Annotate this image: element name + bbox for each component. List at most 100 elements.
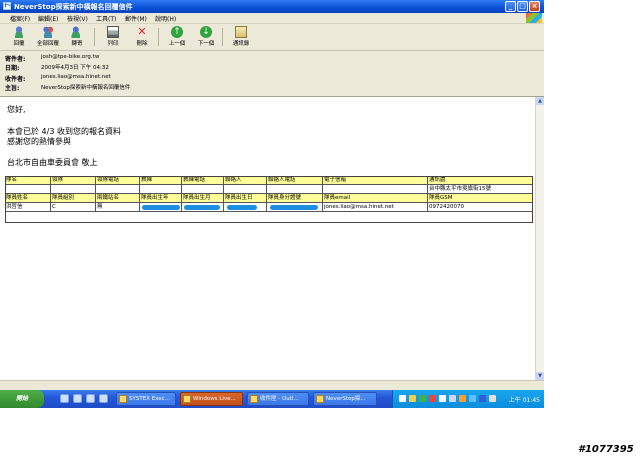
table-cell: 隊員組別 bbox=[51, 194, 96, 203]
table-cell: 電子信箱 bbox=[323, 176, 428, 185]
toolbar-separator bbox=[94, 28, 95, 46]
table-header-row-2: 隊員姓名 隊員組別 兩鐵站名 隊員出生年 隊員出生月 隊員出生日 隊員身分證號 … bbox=[5, 194, 533, 203]
to-value[interactable]: jones.liao@msa.hinet.net bbox=[41, 74, 111, 80]
redaction-mark bbox=[270, 205, 318, 210]
table-cell bbox=[140, 185, 182, 194]
image-watermark: #1077395 bbox=[578, 444, 634, 455]
tray-icon[interactable] bbox=[399, 395, 406, 402]
message-headers: 寄件者: josh@tpe-bike.org.tw 日期: 2009年4月3日 … bbox=[0, 51, 544, 97]
menu-view[interactable]: 檢視(V) bbox=[67, 14, 88, 23]
table-cell: 聯絡人 bbox=[224, 176, 267, 185]
task-windows-live[interactable]: Windows Live... bbox=[180, 392, 243, 406]
table-cell: 隊員email bbox=[323, 194, 428, 203]
print-button[interactable]: 列印 bbox=[100, 26, 126, 48]
start-button[interactable]: 開始 bbox=[0, 390, 44, 408]
envelope-icon bbox=[316, 395, 324, 403]
delete-x-icon: ✕ bbox=[137, 25, 147, 38]
outlook-icon bbox=[250, 395, 258, 403]
date-value: 2009年4月3日 下午 04:32 bbox=[41, 65, 109, 71]
delete-button[interactable]: ✕ 刪除 bbox=[129, 26, 155, 48]
menu-bar: 檔案(F) 編輯(E) 檢視(V) 工具(T) 郵件(M) 說明(H) bbox=[0, 13, 544, 24]
forward-icon bbox=[71, 26, 83, 38]
tray-icon[interactable] bbox=[419, 395, 426, 402]
tray-icon[interactable] bbox=[469, 395, 476, 402]
message-line-2: 感謝您的熱情參與 bbox=[7, 137, 71, 146]
table-cell: 聯絡人電話 bbox=[267, 176, 323, 185]
arrow-down-icon: ↓ bbox=[200, 26, 212, 38]
table-cell: 隊名 bbox=[5, 176, 51, 185]
reply-button[interactable]: 回覆 bbox=[6, 26, 32, 48]
menu-file[interactable]: 檔案(F) bbox=[10, 14, 30, 23]
table-cell bbox=[267, 185, 323, 194]
menu-help[interactable]: 說明(H) bbox=[155, 14, 176, 23]
show-desktop-icon[interactable] bbox=[60, 394, 69, 403]
menu-edit[interactable]: 編輯(E) bbox=[38, 14, 58, 23]
tray-icon[interactable] bbox=[479, 395, 486, 402]
table-cell bbox=[5, 185, 51, 194]
media-icon[interactable] bbox=[99, 394, 108, 403]
signature-text: 台北市自由車委員會 敬上 bbox=[7, 158, 98, 167]
mail-window: NeverStop探索新中橫報名回覆信件 _ □ × 檔案(F) 編輯(E) 檢… bbox=[0, 0, 544, 390]
greeting-text: 您好, bbox=[7, 105, 26, 114]
forward-button[interactable]: 轉寄 bbox=[64, 26, 90, 48]
table-cell bbox=[323, 185, 428, 194]
table-cell: 隊員出生月 bbox=[182, 194, 224, 203]
table-row-1: 台中縣太平市吳旗街15號 bbox=[5, 185, 533, 194]
previous-button[interactable]: ↑ 上一個 bbox=[164, 26, 190, 48]
mail-icon[interactable] bbox=[86, 394, 95, 403]
task-systex[interactable]: SYSTEX Exec... bbox=[116, 392, 176, 406]
scroll-down-icon[interactable]: ▼ bbox=[536, 372, 544, 380]
close-button[interactable]: × bbox=[529, 1, 540, 12]
address-cell: 台中縣太平市吳旗街15號 bbox=[428, 185, 533, 194]
registration-table: 隊名 領隊 領隊電話 教練 教練電話 聯絡人 聯絡人電話 電子信箱 通訊處 台中… bbox=[5, 176, 533, 224]
menu-tools[interactable]: 工具(T) bbox=[96, 14, 116, 23]
table-cell: 隊員出生年 bbox=[140, 194, 182, 203]
maximize-button[interactable]: □ bbox=[517, 1, 528, 12]
tray-icon[interactable] bbox=[459, 395, 466, 402]
table-cell: jones.liao@msa.hinet.net bbox=[323, 203, 428, 212]
reply-all-button[interactable]: 全部回覆 bbox=[35, 26, 61, 48]
task-neverstop-mail[interactable]: NeverStop探... bbox=[313, 392, 377, 406]
table-cell: 隊員身分證號 bbox=[267, 194, 323, 203]
table-cell: 教練 bbox=[140, 176, 182, 185]
minimize-button[interactable]: _ bbox=[505, 1, 516, 12]
printer-icon bbox=[107, 26, 119, 38]
table-cell: 教練電話 bbox=[182, 176, 224, 185]
table-cell bbox=[51, 185, 96, 194]
table-cell: 兩鐵站名 bbox=[96, 194, 140, 203]
taskbar: 開始 SYSTEX Exec... Windows Live... 收件匣 - … bbox=[0, 390, 544, 408]
arrow-up-icon: ↑ bbox=[171, 26, 183, 38]
redaction-mark bbox=[227, 205, 257, 210]
tray-icon[interactable] bbox=[439, 395, 446, 402]
table-cell: 領隊 bbox=[51, 176, 96, 185]
table-cell: 隊員出生日 bbox=[224, 194, 267, 203]
vertical-scrollbar[interactable]: ▲ ▼ bbox=[535, 97, 544, 380]
addresses-button[interactable]: 通訊錄 bbox=[228, 26, 254, 48]
reply-icon bbox=[13, 26, 25, 38]
table-header-row-1: 隊名 領隊 領隊電話 教練 教練電話 聯絡人 聯絡人電話 電子信箱 通訊處 bbox=[5, 176, 533, 185]
scroll-up-icon[interactable]: ▲ bbox=[536, 97, 544, 105]
table-row-2: 洪哲信 C 無 jones.liao@msa.hinet.net 0972420… bbox=[5, 203, 533, 212]
next-button[interactable]: ↓ 下一個 bbox=[193, 26, 219, 48]
redaction-mark bbox=[142, 205, 180, 210]
menu-message[interactable]: 郵件(M) bbox=[125, 14, 147, 23]
browser-icon[interactable] bbox=[73, 394, 82, 403]
subject-label: 主旨: bbox=[5, 85, 20, 92]
message-body[interactable] bbox=[0, 97, 535, 380]
toolbar-separator bbox=[222, 28, 223, 46]
table-cell bbox=[224, 185, 267, 194]
title-bar[interactable]: NeverStop探索新中橫報名回覆信件 _ □ × bbox=[0, 0, 544, 13]
tray-icon[interactable] bbox=[449, 395, 456, 402]
task-outlook-inbox[interactable]: 收件匣 - Outl... bbox=[247, 392, 309, 406]
tray-icon[interactable] bbox=[409, 395, 416, 402]
clock[interactable]: 上午 01:45 bbox=[509, 395, 540, 404]
windows-logo-icon bbox=[526, 13, 542, 23]
table-cell bbox=[96, 185, 140, 194]
tray-icon[interactable] bbox=[429, 395, 436, 402]
table-cell: 通訊處 bbox=[428, 176, 533, 185]
envelope-icon bbox=[3, 2, 11, 10]
table-cell: 隊員GSM bbox=[428, 194, 533, 203]
from-value[interactable]: josh@tpe-bike.org.tw bbox=[41, 54, 99, 60]
tray-icon[interactable] bbox=[489, 395, 496, 402]
toolbar: 回覆 全部回覆 轉寄 列印 ✕ 刪除 ↑ 上一個 ↓ 下一個 通訊錄 bbox=[0, 24, 544, 51]
